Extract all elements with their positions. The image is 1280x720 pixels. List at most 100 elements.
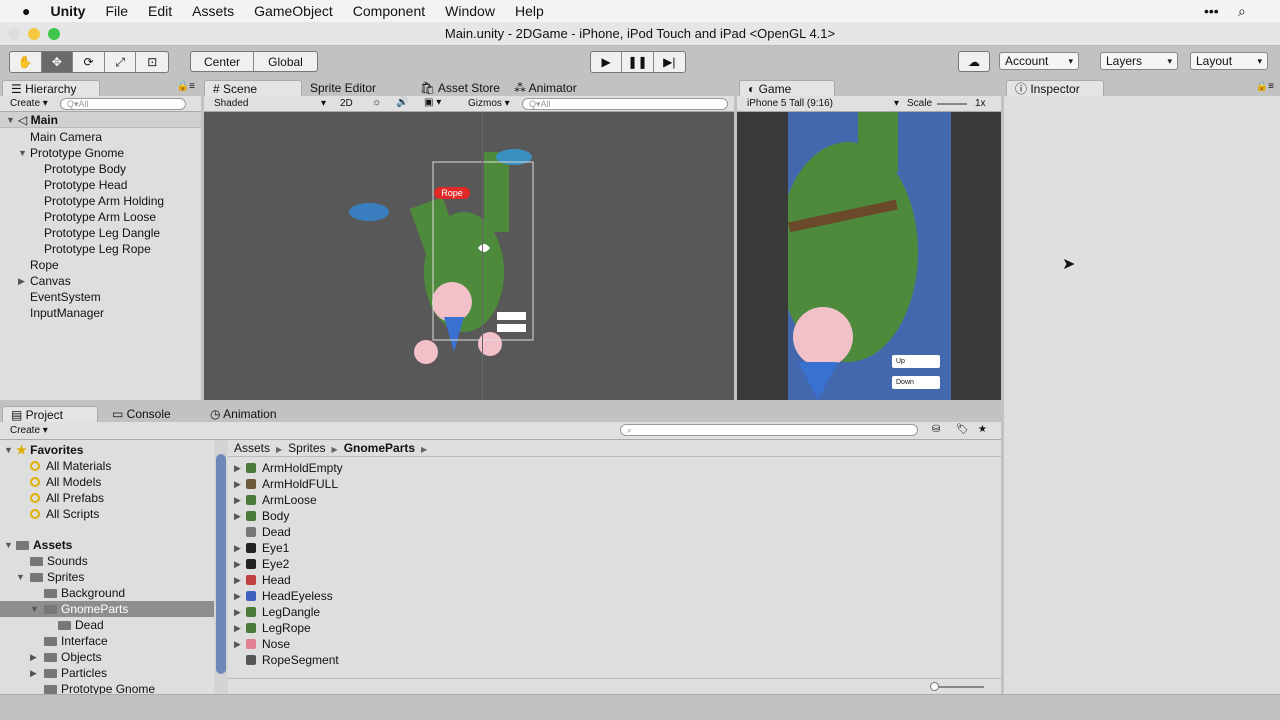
hierarchy-item[interactable]: EventSystem (0, 289, 201, 305)
expand-arrow-icon[interactable]: ▶ (234, 556, 241, 572)
collapse-arrow-icon[interactable]: ▶ (18, 273, 25, 289)
expand-arrow-icon[interactable]: ▶ (234, 492, 241, 508)
asset-item[interactable]: ▶ HeadEyeless (228, 588, 828, 604)
expand-arrow-icon[interactable]: ▶ (234, 636, 241, 652)
hierarchy-search-input[interactable]: Q▾All (60, 98, 186, 110)
more-icon[interactable]: ••• (1204, 3, 1219, 19)
favorite-item[interactable]: All Materials (30, 458, 111, 474)
expand-arrow-icon[interactable]: ▶ (234, 572, 241, 588)
favorites-header[interactable]: ▼ ★ Favorites (0, 442, 83, 458)
2d-toggle[interactable]: 2D (340, 98, 353, 109)
menu-assets[interactable]: Assets (192, 3, 234, 19)
asset-item[interactable]: ▶ Eye1 (228, 540, 828, 556)
tab-project[interactable]: ▤ Project (2, 406, 98, 422)
tab-inspector[interactable]: ⓘ Inspector (1006, 80, 1104, 96)
breadcrumb-item[interactable]: Sprites (288, 441, 325, 455)
expand-arrow-icon[interactable]: ▶ (234, 588, 241, 604)
expand-arrow-icon[interactable]: ▼ (18, 145, 27, 161)
expand-arrow-icon[interactable]: ▶ (234, 476, 241, 492)
apple-icon[interactable]: ● (22, 3, 30, 19)
menu-help[interactable]: Help (515, 3, 544, 19)
scene-view[interactable]: Rope (204, 112, 734, 400)
gnome-sprite[interactable] (204, 112, 734, 400)
folder-arrow-icon[interactable]: ▶ (30, 665, 37, 681)
hierarchy-item[interactable]: Prototype Arm Holding (0, 193, 201, 209)
asset-item[interactable]: ▶ LegRope (228, 620, 828, 636)
favorite-item[interactable]: All Models (30, 474, 101, 490)
hierarchy-item[interactable]: Prototype Body (0, 161, 201, 177)
tab-animator[interactable]: ⁂ Animator (506, 80, 585, 96)
tree-scrollbar[interactable] (214, 440, 228, 694)
layers-dropdown[interactable]: Layers (1100, 52, 1178, 70)
hierarchy-item[interactable]: InputManager (0, 305, 201, 321)
tab-game[interactable]: ◐ Game (739, 80, 835, 96)
hierarchy-item[interactable]: ▼ Prototype Gnome (0, 145, 201, 161)
scale-tool-icon[interactable]: ⤢ (105, 52, 137, 72)
menu-window[interactable]: Window (445, 3, 495, 19)
lock-icon[interactable]: 🔒≡ (1256, 81, 1274, 92)
tab-hierarchy[interactable]: ☰ Hierarchy (2, 80, 100, 96)
rect-tool-icon[interactable]: ⊡ (136, 52, 168, 72)
folder-item[interactable]: ▶ Particles (0, 665, 214, 681)
expand-arrow-icon[interactable]: ▶ (234, 460, 241, 476)
menu-gameobject[interactable]: GameObject (254, 3, 333, 19)
tab-animation[interactable]: ◷ Animation (202, 406, 285, 422)
hierarchy-item[interactable]: ▶ Canvas (0, 273, 201, 289)
hierarchy-item[interactable]: Main Camera (0, 129, 201, 145)
folder-item[interactable]: ▶ Objects (0, 649, 214, 665)
breadcrumb-item[interactable]: Assets (234, 441, 270, 455)
hierarchy-item[interactable]: Prototype Head (0, 177, 201, 193)
shading-dropdown[interactable]: Shaded ▾ (214, 98, 326, 109)
hierarchy-item[interactable]: Prototype Arm Loose (0, 209, 201, 225)
asset-item[interactable]: ▶ Head (228, 572, 828, 588)
game-view[interactable]: Up Down (737, 112, 1001, 400)
asset-item[interactable]: ▶ Body (228, 508, 828, 524)
up-button[interactable]: Up (892, 355, 940, 368)
audio-icon[interactable]: 🔊 (396, 97, 408, 108)
close-button[interactable] (8, 28, 20, 40)
pause-button[interactable]: ❚❚ (622, 52, 654, 72)
scale-slider[interactable] (937, 103, 967, 105)
tab-scene[interactable]: # Scene (204, 80, 302, 96)
expand-arrow-icon[interactable]: ▶ (234, 508, 241, 524)
folder-item[interactable]: Dead (0, 617, 214, 633)
favorite-star-icon[interactable]: ★ (978, 424, 987, 435)
folder-item[interactable]: ▼ GnomeParts (0, 601, 214, 617)
filter-type-icon[interactable]: ⛁ (932, 424, 940, 435)
folder-arrow-icon[interactable]: ▼ (30, 601, 39, 617)
folder-arrow-icon[interactable]: ▶ (30, 649, 37, 665)
move-tool-icon[interactable]: ✥ (41, 52, 74, 72)
expand-arrow-icon[interactable]: ▶ (234, 620, 241, 636)
tab-asset-store[interactable]: 🛍 Asset Store (412, 80, 508, 96)
scene-root[interactable]: ▼ ◁ Main (0, 112, 201, 128)
asset-item[interactable]: ▶ ArmHoldEmpty (228, 460, 828, 476)
account-dropdown[interactable]: Account (999, 52, 1079, 70)
hierarchy-item[interactable]: Prototype Leg Rope (0, 241, 201, 257)
project-create-dropdown[interactable]: Create ▾ (10, 425, 48, 436)
hierarchy-item[interactable]: Rope (0, 257, 201, 273)
lighting-icon[interactable]: ☼ (372, 97, 381, 108)
cloud-button[interactable]: ☁ (958, 51, 990, 72)
asset-item[interactable]: ▶ LegDangle (228, 604, 828, 620)
gizmos-dropdown[interactable]: Gizmos ▾ (468, 98, 510, 109)
effects-icon[interactable]: ▣ ▾ (424, 97, 441, 108)
step-button[interactable]: ▶| (654, 52, 685, 72)
asset-item[interactable]: ▶ ArmHoldFULL (228, 476, 828, 492)
folder-item[interactable]: Background (0, 585, 214, 601)
folder-arrow-icon[interactable]: ▼ (16, 569, 25, 585)
zoom-button[interactable] (48, 28, 60, 40)
folder-item[interactable]: ▼ Sprites (0, 569, 214, 585)
assets-header[interactable]: ▼ Assets (0, 537, 72, 553)
project-search-input[interactable]: ⌕ (620, 424, 918, 436)
favorite-item[interactable]: All Prefabs (30, 490, 104, 506)
aspect-dropdown[interactable]: iPhone 5 Tall (9:16) ▾ (747, 98, 899, 109)
rotate-tool-icon[interactable]: ⟳ (73, 52, 105, 72)
asset-item[interactable]: RopeSegment (228, 652, 828, 668)
menu-component[interactable]: Component (353, 3, 425, 19)
folder-item[interactable]: Interface (0, 633, 214, 649)
play-button[interactable]: ▶ (591, 52, 623, 72)
asset-item[interactable]: ▶ Nose (228, 636, 828, 652)
expand-arrow-icon[interactable]: ▶ (234, 604, 241, 620)
hierarchy-item[interactable]: Prototype Leg Dangle (0, 225, 201, 241)
down-button[interactable]: Down (892, 376, 940, 389)
